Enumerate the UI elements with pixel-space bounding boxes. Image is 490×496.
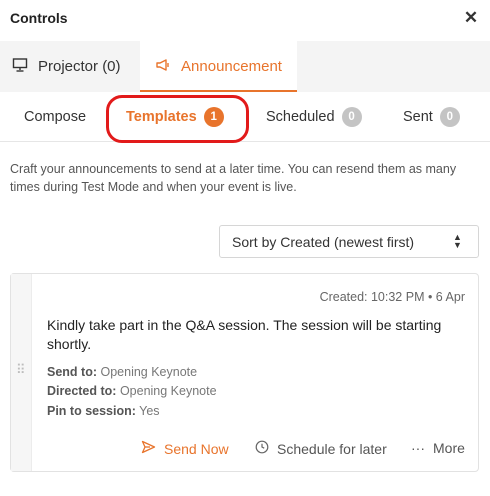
schedule-for-later-button[interactable]: Schedule for later bbox=[255, 440, 387, 457]
subtab-scheduled[interactable]: Scheduled 0 bbox=[266, 92, 362, 142]
sort-dropdown[interactable]: Sort by Created (newest first) ▲ ▼ bbox=[219, 225, 479, 258]
subtab-templates-label: Templates bbox=[126, 109, 197, 125]
pin-to-session-value: Yes bbox=[139, 404, 160, 418]
schedule-for-later-label: Schedule for later bbox=[277, 440, 387, 457]
announcement-subtabs: Compose Templates 1 Scheduled 0 Sent 0 bbox=[0, 92, 490, 142]
tab-projector-label: Projector (0) bbox=[38, 58, 121, 75]
templates-count-badge: 1 bbox=[203, 107, 224, 127]
subtab-compose[interactable]: Compose bbox=[24, 92, 86, 142]
directed-to-label: Directed to: bbox=[47, 384, 117, 398]
template-card: ⠿ Created: 10:32 PM • 6 Apr Kindly take … bbox=[10, 273, 479, 472]
tab-projector[interactable]: Projector (0) bbox=[12, 41, 121, 92]
subtab-scheduled-label: Scheduled bbox=[266, 109, 335, 125]
sort-arrows-icon: ▲ ▼ bbox=[453, 232, 462, 250]
pin-to-session-label: Pin to session: bbox=[47, 404, 136, 418]
megaphone-icon bbox=[155, 57, 171, 77]
tab-announcement-label: Announcement bbox=[181, 58, 282, 75]
template-message: Kindly take part in the Q&A session. The… bbox=[47, 317, 442, 352]
created-timestamp: Created: 10:32 PM • 6 Apr bbox=[319, 290, 465, 304]
sort-dropdown-value: Sort by Created (newest first) bbox=[232, 234, 415, 250]
subtab-templates[interactable]: Templates 1 bbox=[126, 92, 224, 142]
directed-to-row: Directed to: Opening Keynote bbox=[47, 384, 217, 398]
send-icon bbox=[141, 440, 156, 457]
projector-icon bbox=[12, 57, 28, 77]
drag-handle[interactable]: ⠿ bbox=[11, 274, 32, 471]
clock-icon bbox=[255, 440, 269, 457]
send-now-label: Send Now bbox=[164, 440, 229, 457]
sent-count-badge: 0 bbox=[439, 107, 460, 127]
scheduled-count-badge: 0 bbox=[341, 107, 362, 127]
tab-announcement[interactable]: Announcement bbox=[140, 41, 297, 92]
close-icon[interactable]: ✕ bbox=[461, 8, 481, 28]
subtab-sent-label: Sent bbox=[403, 109, 433, 125]
pin-to-session-row: Pin to session: Yes bbox=[47, 404, 160, 418]
drag-handle-icon: ⠿ bbox=[16, 362, 25, 377]
more-label: More bbox=[433, 440, 465, 456]
send-now-button[interactable]: Send Now bbox=[141, 440, 229, 457]
templates-description: Craft your announcements to send at a la… bbox=[10, 162, 457, 194]
ellipsis-icon: ··· bbox=[411, 440, 425, 456]
send-to-value: Opening Keynote bbox=[100, 365, 198, 379]
subtab-compose-label: Compose bbox=[24, 109, 87, 125]
subtab-sent[interactable]: Sent 0 bbox=[403, 92, 460, 142]
send-to-label: Send to: bbox=[47, 365, 97, 379]
send-to-row: Send to: Opening Keynote bbox=[47, 365, 197, 379]
more-button[interactable]: ··· More bbox=[411, 440, 465, 456]
controls-header: Controls ✕ bbox=[0, 0, 490, 38]
directed-to-value: Opening Keynote bbox=[119, 384, 217, 398]
main-tabs: Projector (0) Announcement bbox=[0, 41, 490, 92]
panel-title: Controls bbox=[10, 10, 68, 26]
